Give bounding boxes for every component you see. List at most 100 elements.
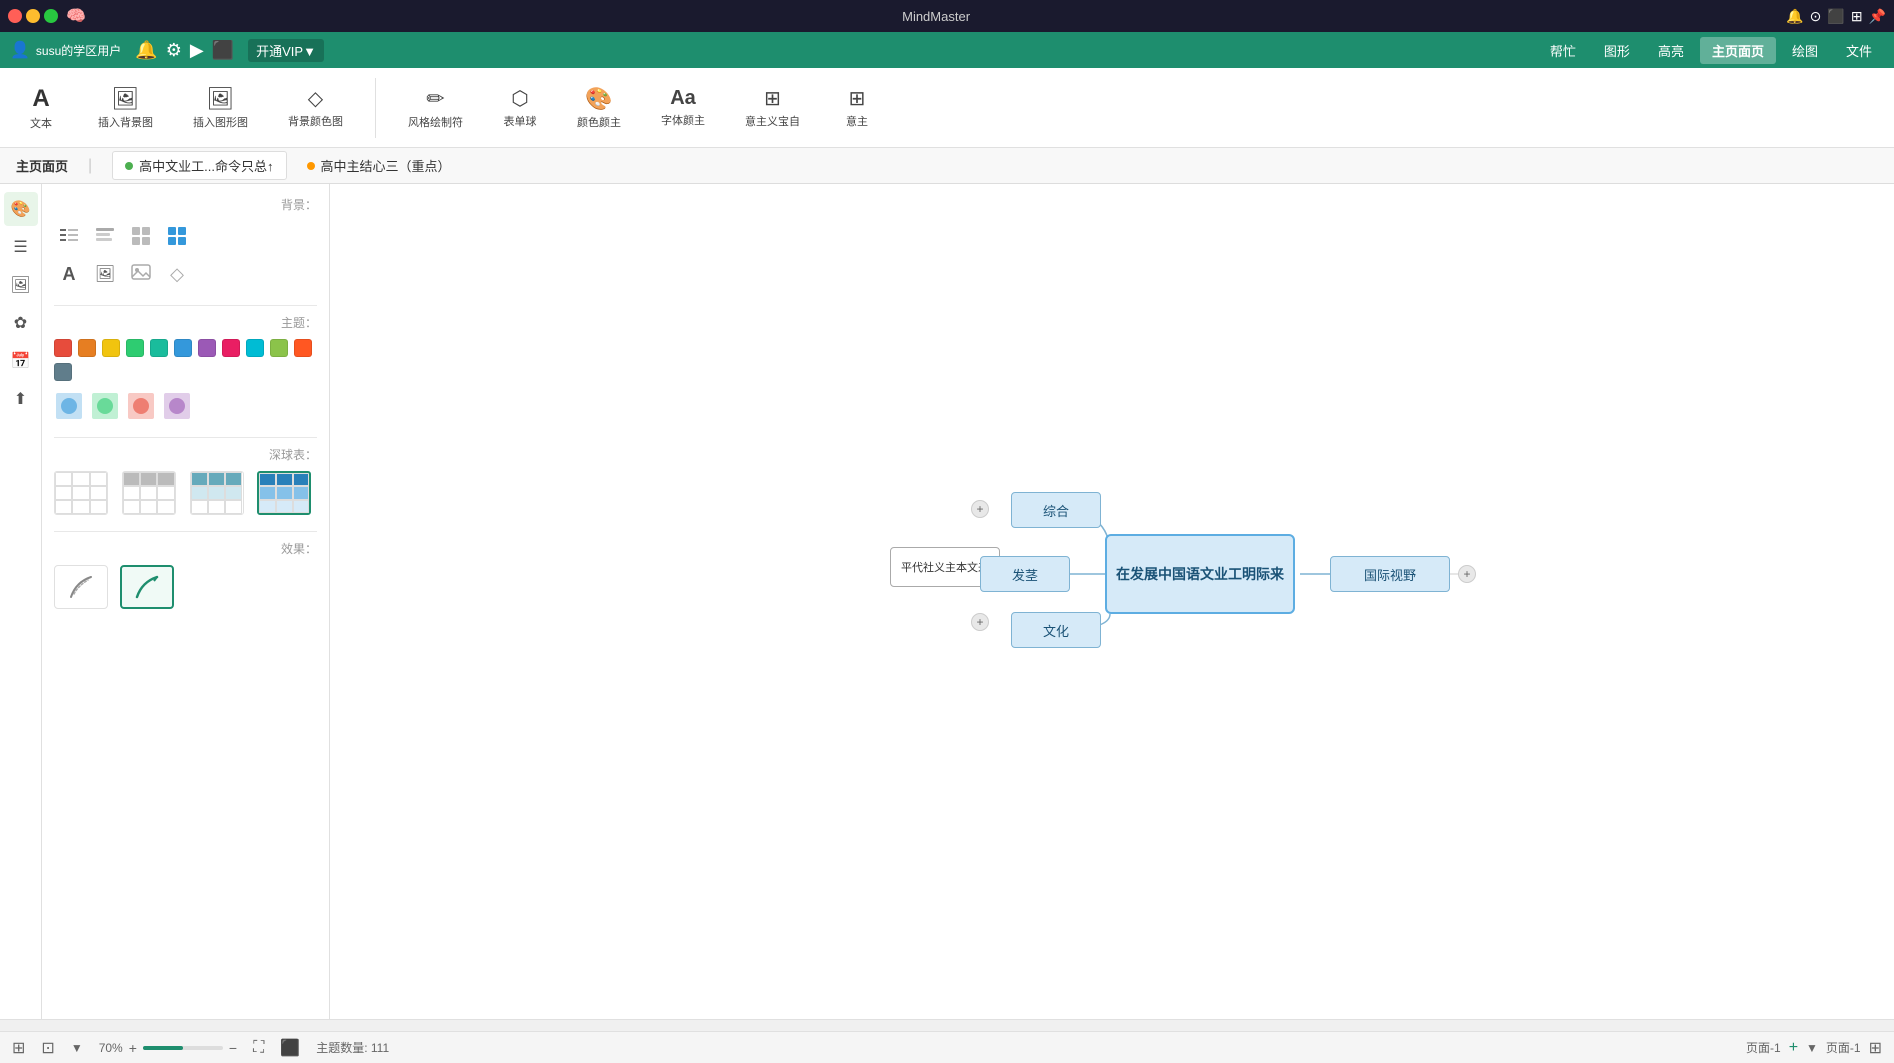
color-dot-7[interactable] [198,339,216,357]
node-plus-right[interactable]: + [1458,565,1476,583]
calendar-btn[interactable]: 📅 [4,344,38,378]
table-style-1[interactable] [54,471,108,515]
tab-item-1[interactable]: 高中文业工...命令只总↑ [112,151,286,180]
page-add-btn[interactable]: + [1789,1039,1798,1057]
zoom-slider[interactable] [143,1046,223,1050]
color-dot-1[interactable] [54,339,72,357]
title-icon-1[interactable]: 🔔 [1786,8,1803,25]
node-plus-bottom[interactable]: + [971,613,989,631]
toolbar-text-btn[interactable]: A 文本 [16,79,66,137]
toolbar-extra-btn[interactable]: ⊞ 意主 [832,80,882,135]
title-icon-3[interactable]: ⬛ [1827,8,1844,25]
app-icon: 🧠 [66,6,86,26]
image-style-2[interactable] [126,259,156,289]
color-dot-4[interactable] [126,339,144,357]
color-dot-3[interactable] [102,339,120,357]
menu-item-help[interactable]: 文件 [1834,37,1884,64]
zoom-minus[interactable]: − [229,1040,237,1056]
status-arrow-down[interactable]: ▼ [71,1041,83,1055]
page-dropdown-btn[interactable]: ▼ [1806,1041,1818,1055]
shape-label: 插入图形图 [193,114,248,130]
canvas-area[interactable]: 平代社义主本文来 + 综合 发茎 + 文化 在发展中国语文业工明际来 [330,184,1894,1019]
node-central[interactable]: 在发展中国语文业工明际来 [1105,534,1295,614]
h-scrollbar[interactable] [0,1019,1894,1031]
effect-items [54,565,317,609]
menu-icon-1[interactable]: 🔔 [135,40,157,61]
menu-item-format[interactable]: 主页面页 [1700,37,1776,64]
color-dot-9[interactable] [246,339,264,357]
table-style-2[interactable] [122,471,176,515]
upload-btn[interactable]: ⬆ [4,382,38,416]
toolbar-form-btn[interactable]: ⬡ 表单球 [495,80,545,135]
toolbar-theme-btn[interactable]: 🎨 颜色颜主 [569,80,629,136]
main-container: 🎨 ☰ 🖼 ✿ 📅 ⬆ 背景： [0,184,1894,1019]
tab-bar: 主页面页 | 高中文业工...命令只总↑ 高中主结心三（重点） [0,148,1894,184]
list-style-2[interactable] [90,221,120,251]
left-vertical-toolbar: 🎨 ☰ 🖼 ✿ 📅 ⬆ [0,184,42,1019]
toolbar-sep-1 [375,78,376,138]
title-icon-2[interactable]: ⊙ [1810,8,1822,25]
title-icon-5[interactable]: 📌 [1869,8,1886,25]
effect-section: 效果： [54,540,317,609]
vip-label[interactable]: 开通VIP▼ [248,39,324,62]
theme-pattern-2[interactable] [90,391,120,421]
color-dot-10[interactable] [270,339,288,357]
minimize-button[interactable] [26,9,40,23]
tab-item-2[interactable]: 高中主结心三（重点） [295,152,463,179]
diamond-style[interactable]: ◇ [162,259,192,289]
theme-pattern-4[interactable] [162,391,192,421]
list-style-1[interactable] [54,221,84,251]
color-dot-11[interactable] [294,339,312,357]
color-dot-5[interactable] [150,339,168,357]
color-dot-12[interactable] [54,363,72,381]
color-dot-2[interactable] [78,339,96,357]
extra-label: 意主 [846,113,868,129]
status-page-btn[interactable]: ⬛ [280,1038,300,1058]
effect-1[interactable] [54,565,108,609]
zoom-plus[interactable]: + [129,1040,137,1056]
paint-btn[interactable]: 🎨 [4,192,38,226]
menu-item-edit[interactable]: 图形 [1592,37,1642,64]
close-button[interactable] [8,9,22,23]
flower-btn[interactable]: ✿ [4,306,38,340]
menu-icon-2[interactable]: ⚙ [166,40,182,61]
text-style-A[interactable]: A [54,259,84,289]
menu-icon-4[interactable]: ⬛ [212,40,234,61]
image-style[interactable]: 🖼 [90,259,120,289]
maximize-button[interactable] [44,9,58,23]
bg-image-icon: 🖼 [112,86,140,112]
node-left[interactable]: 发茎 [980,556,1070,592]
title-icon-4[interactable]: ⊞ [1851,8,1863,25]
node-plus-top[interactable]: + [971,500,989,518]
toolbar-bg-color-btn[interactable]: ◇ 背景颜色图 [280,80,351,135]
node-right[interactable]: 国际视野 [1330,556,1450,592]
menu-item-file[interactable]: 帮忙 [1538,37,1588,64]
table-style-3[interactable] [190,471,244,515]
status-expand-btn[interactable]: ⊞ [12,1038,25,1058]
theme-pattern-1[interactable] [54,391,84,421]
effect-2[interactable] [120,565,174,609]
status-fullscreen-btn[interactable]: ⛶ [253,1039,264,1057]
toolbar-shape-btn[interactable]: 🖼 插入图形图 [185,80,256,136]
grid-style-2[interactable] [162,221,192,251]
toolbar-font-btn[interactable]: Aa 字体颜主 [653,81,713,134]
page-layout-btn[interactable]: ⊞ [1869,1038,1882,1058]
table-style-4[interactable] [257,471,311,515]
menu-item-view[interactable]: 高亮 [1646,37,1696,64]
toolbar-bg-image-btn[interactable]: 🖼 插入背景图 [90,80,161,136]
effect-title: 效果： [54,540,317,557]
toolbar-wind-btn[interactable]: ✏ 风格绘制符 [400,80,471,136]
color-dot-6[interactable] [174,339,192,357]
color-dot-8[interactable] [222,339,240,357]
node-top[interactable]: 综合 [1011,492,1101,528]
menu-icon-3[interactable]: ▶ [190,40,204,61]
menu-item-tools[interactable]: 绘图 [1780,37,1830,64]
list-btn[interactable]: ☰ [4,230,38,264]
grid-style-1[interactable] [126,221,156,251]
theme-pattern-3[interactable] [126,391,156,421]
image-panel-btn[interactable]: 🖼 [4,268,38,302]
status-fit-btn[interactable]: ⊡ [41,1038,54,1058]
node-bottom[interactable]: 文化 [1011,612,1101,648]
tab-bar-label: 主页面页 [16,156,68,175]
toolbar-layout-btn[interactable]: ⊞ 意主义宝自 [737,80,808,135]
